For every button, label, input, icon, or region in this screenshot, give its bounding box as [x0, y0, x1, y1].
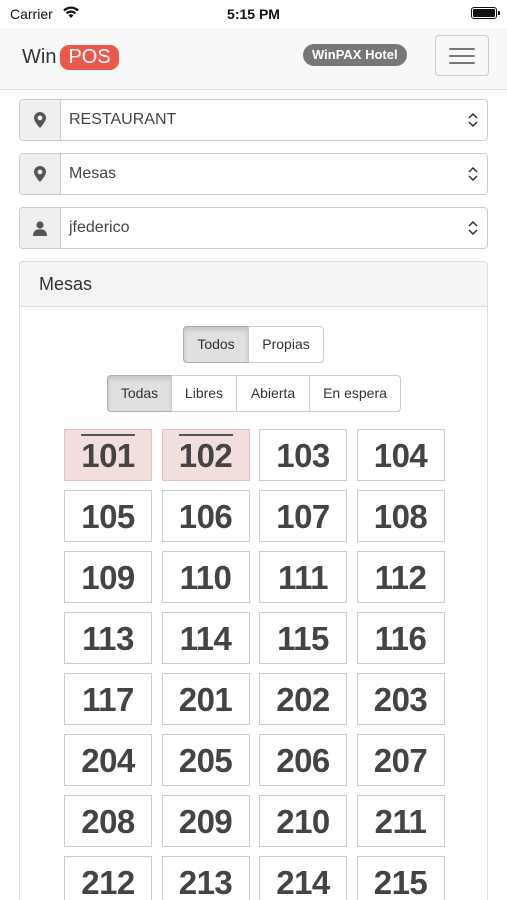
table-tile-108[interactable]: 108 [356, 490, 445, 542]
select-arrows-icon [459, 100, 487, 140]
filter-libres-button[interactable]: Libres [171, 375, 237, 412]
table-tile-117[interactable]: 117 [64, 673, 152, 725]
table-tile-106[interactable]: 106 [161, 490, 250, 542]
app-header: Win POS WinPAX Hotel [0, 28, 507, 90]
select-arrows-icon [459, 154, 487, 194]
state-filter-group: Todas Libres Abierta En espera [107, 375, 401, 412]
table-tile-213[interactable]: 213 [161, 856, 250, 900]
table-tile-205[interactable]: 205 [161, 734, 250, 786]
table-tile-113[interactable]: 113 [64, 612, 152, 664]
table-tile-202[interactable]: 202 [259, 673, 347, 725]
table-tile-111[interactable]: 111 [259, 551, 347, 603]
table-tile-115[interactable]: 115 [259, 612, 347, 664]
logo-text-pos: POS [60, 44, 119, 70]
user-select-value: jfederico [69, 219, 130, 236]
table-tile-203[interactable]: 203 [356, 673, 445, 725]
select-arrows-icon [459, 208, 487, 248]
hamburger-icon [449, 48, 475, 50]
table-tile-215[interactable]: 215 [356, 856, 445, 900]
hamburger-icon-bar [449, 62, 475, 64]
table-tile-104[interactable]: 104 [356, 429, 445, 481]
location-select[interactable]: RESTAURANT [19, 99, 488, 141]
table-tile-103[interactable]: 103 [259, 429, 347, 481]
table-tile-109[interactable]: 109 [64, 551, 152, 603]
table-tile-105[interactable]: 105 [64, 490, 152, 542]
location-select-value: RESTAURANT [69, 111, 177, 128]
table-tile-110[interactable]: 110 [161, 551, 250, 603]
table-tile-211[interactable]: 211 [356, 795, 445, 847]
table-tile-102[interactable]: 102 [161, 429, 250, 481]
table-tile-214[interactable]: 214 [259, 856, 347, 900]
map-marker-icon [20, 154, 61, 194]
user-select[interactable]: jfederico [19, 207, 488, 249]
battery-icon [471, 7, 500, 19]
table-tile-112[interactable]: 112 [356, 551, 445, 603]
map-marker-icon [20, 100, 61, 140]
panel-title: Mesas [20, 262, 487, 307]
tables-grid: 101 102 103 104 105 106 107 108 109 110 111 112 113 1… [64, 429, 447, 900]
filter-propias-button[interactable]: Propias [248, 326, 324, 363]
hamburger-icon-bar [449, 55, 475, 57]
logo-text-win: Win [22, 45, 57, 68]
table-tile-101[interactable]: 101 [64, 429, 152, 481]
table-tile-114[interactable]: 114 [161, 612, 250, 664]
status-bar: Carrier 5:15 PM [0, 0, 507, 28]
area-select[interactable]: Mesas [19, 153, 488, 195]
filter-todas-button[interactable]: Todas [107, 375, 172, 412]
clock-label: 5:15 PM [227, 6, 280, 22]
table-tile-212[interactable]: 212 [64, 856, 152, 900]
owner-filter-group: Todos Propias [183, 326, 324, 363]
filter-todos-button[interactable]: Todos [183, 326, 249, 363]
hotel-badge: WinPAX Hotel [303, 44, 407, 66]
area-select-value: Mesas [69, 165, 117, 182]
tables-panel: Mesas Todos Propias Todas Libres Abierta… [19, 261, 488, 900]
filter-abierta-button[interactable]: Abierta [236, 375, 310, 412]
table-tile-207[interactable]: 207 [356, 734, 445, 786]
table-tile-210[interactable]: 210 [259, 795, 347, 847]
filter-en-espera-button[interactable]: En espera [309, 375, 401, 412]
table-tile-208[interactable]: 208 [64, 795, 152, 847]
menu-toggle-button[interactable] [435, 35, 489, 76]
table-tile-206[interactable]: 206 [259, 734, 347, 786]
table-tile-204[interactable]: 204 [64, 734, 152, 786]
winpos-logo[interactable]: Win POS [19, 42, 119, 72]
table-tile-107[interactable]: 107 [259, 490, 347, 542]
user-icon [20, 208, 61, 248]
table-tile-116[interactable]: 116 [356, 612, 445, 664]
table-tile-201[interactable]: 201 [161, 673, 250, 725]
table-tile-209[interactable]: 209 [161, 795, 250, 847]
